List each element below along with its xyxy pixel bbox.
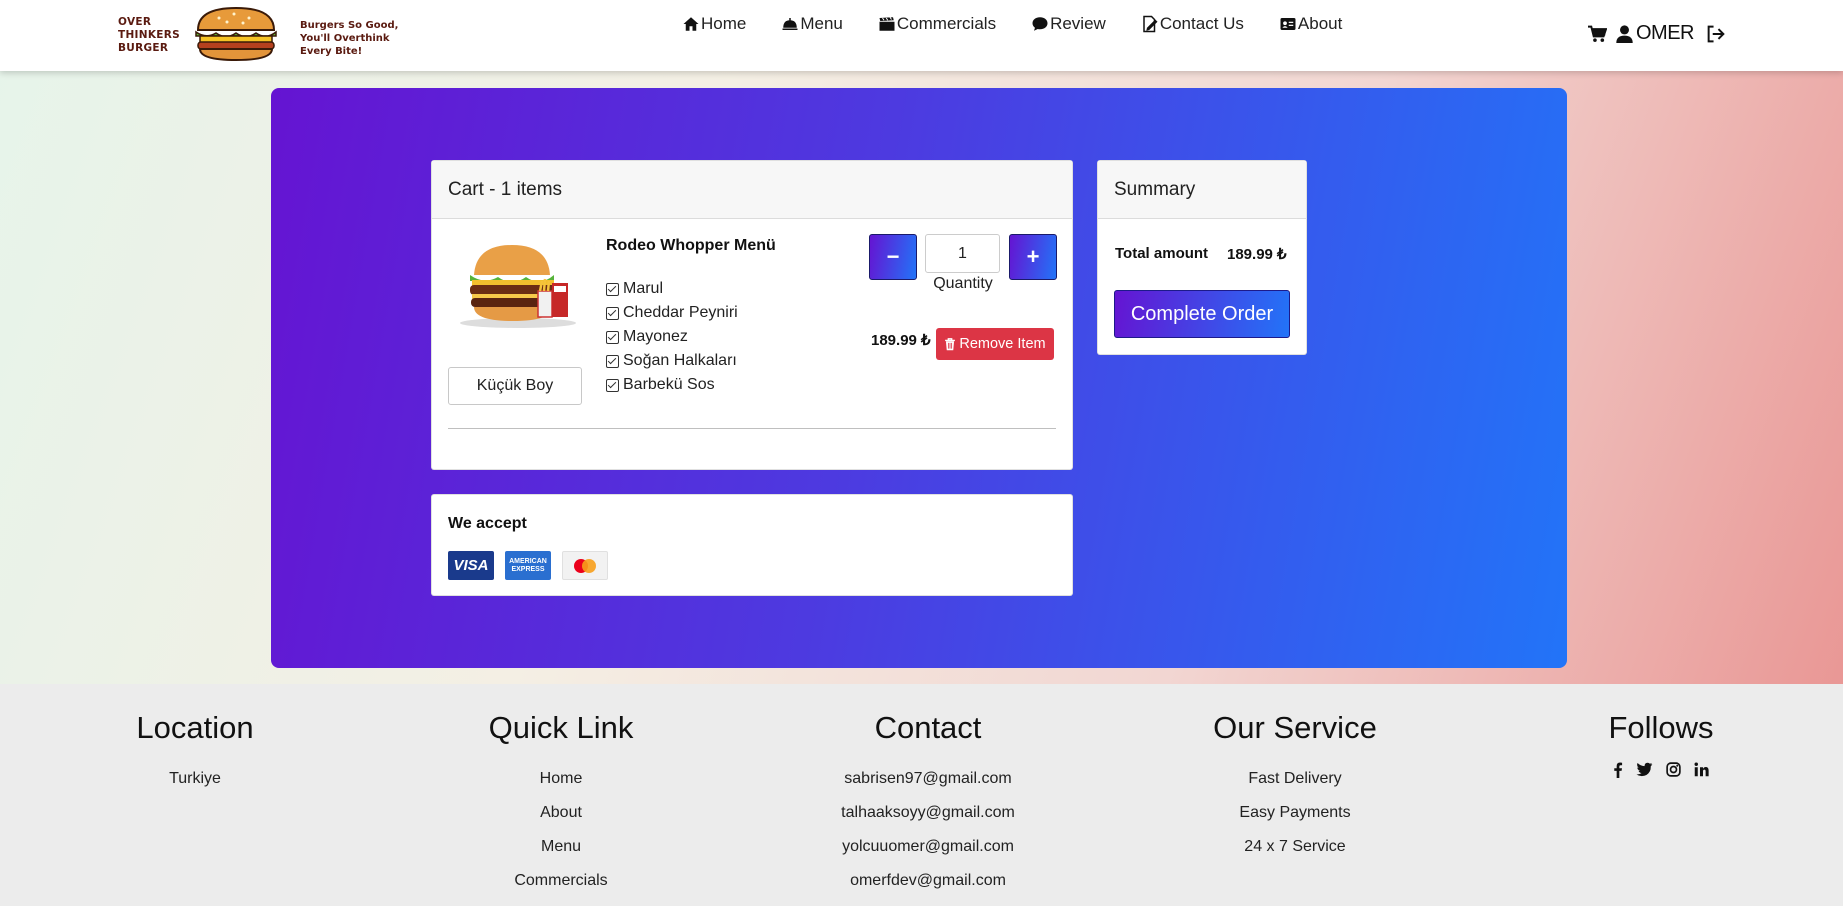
- top-navbar: OVER THINKERS BURGER Burgers So Good, Yo…: [0, 0, 1843, 71]
- checkbox-checked-icon[interactable]: [606, 282, 619, 296]
- contact-email[interactable]: sabrisen97@gmail.com: [778, 762, 1078, 796]
- we-accept-title: We accept: [448, 515, 527, 532]
- clapperboard-icon: [879, 16, 895, 31]
- quantity-label: Quantity: [933, 275, 993, 292]
- nav-review[interactable]: Review: [1031, 13, 1106, 35]
- quantity-input[interactable]: [925, 234, 1000, 273]
- checkbox-checked-icon[interactable]: [606, 330, 619, 344]
- facebook-icon[interactable]: [1613, 762, 1623, 783]
- checkbox-checked-icon[interactable]: [606, 354, 619, 368]
- nav-home[interactable]: Home: [682, 13, 746, 35]
- increase-quantity-button[interactable]: +: [1009, 234, 1057, 280]
- social-links: [1511, 762, 1811, 783]
- brand-name: OVER THINKERS BURGER: [118, 16, 181, 54]
- nav-review-label: Review: [1050, 14, 1106, 33]
- nav-menu-label: Menu: [800, 14, 843, 33]
- trash-icon: [945, 337, 956, 350]
- footer-link-menu[interactable]: Menu: [411, 830, 711, 864]
- nav-about[interactable]: About: [1279, 13, 1342, 35]
- payment-methods-card: We accept VISA AMERICAN EXPRESS: [431, 494, 1073, 596]
- contact-email[interactable]: yolcuuomer@gmail.com: [778, 830, 1078, 864]
- nav-commercials-label: Commercials: [896, 14, 997, 33]
- burger-logo-icon: [195, 6, 277, 62]
- brand-logo[interactable]: OVER THINKERS BURGER Burgers So Good, Yo…: [118, 6, 418, 62]
- size-button[interactable]: Küçük Boy: [448, 367, 582, 405]
- footer-link-about[interactable]: About: [411, 796, 711, 830]
- nav-menu[interactable]: Menu: [781, 13, 843, 35]
- cart-header: Cart - 1 items: [432, 161, 1072, 219]
- footer-location: Location Turkiye: [45, 710, 345, 796]
- service-item: 24 x 7 Service: [1244, 838, 1346, 855]
- item-price: 189.99 ₺: [871, 332, 931, 349]
- product-image: [460, 245, 576, 328]
- visa-icon: VISA: [448, 551, 494, 580]
- nav-home-label: Home: [701, 14, 747, 33]
- footer-service-title: Our Service: [1213, 710, 1377, 745]
- footer-follows: Follows: [1511, 710, 1811, 783]
- comment-icon: [1032, 17, 1048, 31]
- total-amount-label: Total amount: [1115, 245, 1209, 262]
- main-nav: Home Menu Commercials Review Contact Us …: [682, 13, 1342, 35]
- brand-tagline: Burgers So Good, You'll Overthink Every …: [300, 20, 399, 57]
- product-options-list: Marul Cheddar Peyniri Mayonez Soğan Halk…: [606, 277, 738, 397]
- option-item[interactable]: Mayonez: [606, 325, 738, 349]
- home-icon: [683, 17, 699, 31]
- divider: [448, 428, 1056, 429]
- footer-service: Our Service Fast Delivery Easy Payments …: [1145, 710, 1445, 864]
- option-item[interactable]: Barbekü Sos: [606, 373, 738, 397]
- linkedin-icon[interactable]: [1694, 762, 1709, 783]
- service-item: Easy Payments: [1239, 804, 1351, 821]
- footer-quick-link-title: Quick Link: [488, 710, 634, 745]
- contact-email[interactable]: talhaaksoyy@gmail.com: [778, 796, 1078, 830]
- checkbox-checked-icon[interactable]: [606, 306, 619, 320]
- footer-location-title: Location: [136, 710, 254, 745]
- amex-icon: AMERICAN EXPRESS: [505, 551, 551, 580]
- id-card-icon: [1280, 18, 1296, 30]
- service-item: Fast Delivery: [1248, 770, 1342, 787]
- nav-contact-us[interactable]: Contact Us: [1141, 13, 1244, 35]
- remove-item-label: Remove Item: [959, 336, 1046, 352]
- cart-card: Cart - 1 items Küçük Boy Rodeo Whopper M…: [431, 160, 1073, 470]
- contact-email[interactable]: omerfdev@gmail.com: [778, 864, 1078, 898]
- footer-contact: Contact sabrisen97@gmail.com talhaaksoyy…: [778, 710, 1078, 898]
- footer-link-home[interactable]: Home: [411, 762, 711, 796]
- instagram-icon[interactable]: [1666, 762, 1681, 783]
- remove-item-button[interactable]: Remove Item: [936, 328, 1054, 360]
- user-name: OMER: [1636, 22, 1695, 44]
- complete-order-button[interactable]: Complete Order: [1114, 290, 1290, 338]
- mastercard-icon: [562, 551, 608, 580]
- nav-commercials[interactable]: Commercials: [878, 13, 996, 35]
- user-area: OMER: [1587, 22, 1726, 45]
- footer-contact-title: Contact: [874, 710, 982, 745]
- nav-about-label: About: [1297, 14, 1343, 33]
- file-signature-icon: [1143, 15, 1158, 33]
- footer-quick-link: Quick Link Home About Menu Commercials: [411, 710, 711, 898]
- cart-icon[interactable]: [1587, 25, 1607, 43]
- user-menu[interactable]: OMER: [1616, 22, 1695, 45]
- footer-location-item: Turkiye: [169, 770, 221, 787]
- twitter-icon[interactable]: [1636, 762, 1653, 783]
- total-amount-value: 189.99 ₺: [1227, 246, 1287, 263]
- footer: Location Turkiye Quick Link Home About M…: [0, 684, 1843, 906]
- footer-link-commercials[interactable]: Commercials: [411, 864, 711, 898]
- nav-contact-us-label: Contact Us: [1159, 14, 1244, 33]
- option-item[interactable]: Cheddar Peyniri: [606, 301, 738, 325]
- product-name: Rodeo Whopper Menü: [606, 237, 776, 254]
- logout-icon[interactable]: [1706, 25, 1726, 43]
- checkbox-checked-icon[interactable]: [606, 378, 619, 392]
- summary-header: Summary: [1098, 161, 1306, 219]
- decrease-quantity-button[interactable]: −: [869, 234, 917, 280]
- option-item[interactable]: Marul: [606, 277, 738, 301]
- payment-cards: VISA AMERICAN EXPRESS: [448, 551, 608, 580]
- footer-follows-title: Follows: [1608, 710, 1714, 745]
- cloche-icon: [782, 18, 798, 30]
- summary-card: Summary Total amount 189.99 ₺ Complete O…: [1097, 160, 1307, 355]
- option-item[interactable]: Soğan Halkaları: [606, 349, 738, 373]
- user-icon: [1616, 24, 1633, 43]
